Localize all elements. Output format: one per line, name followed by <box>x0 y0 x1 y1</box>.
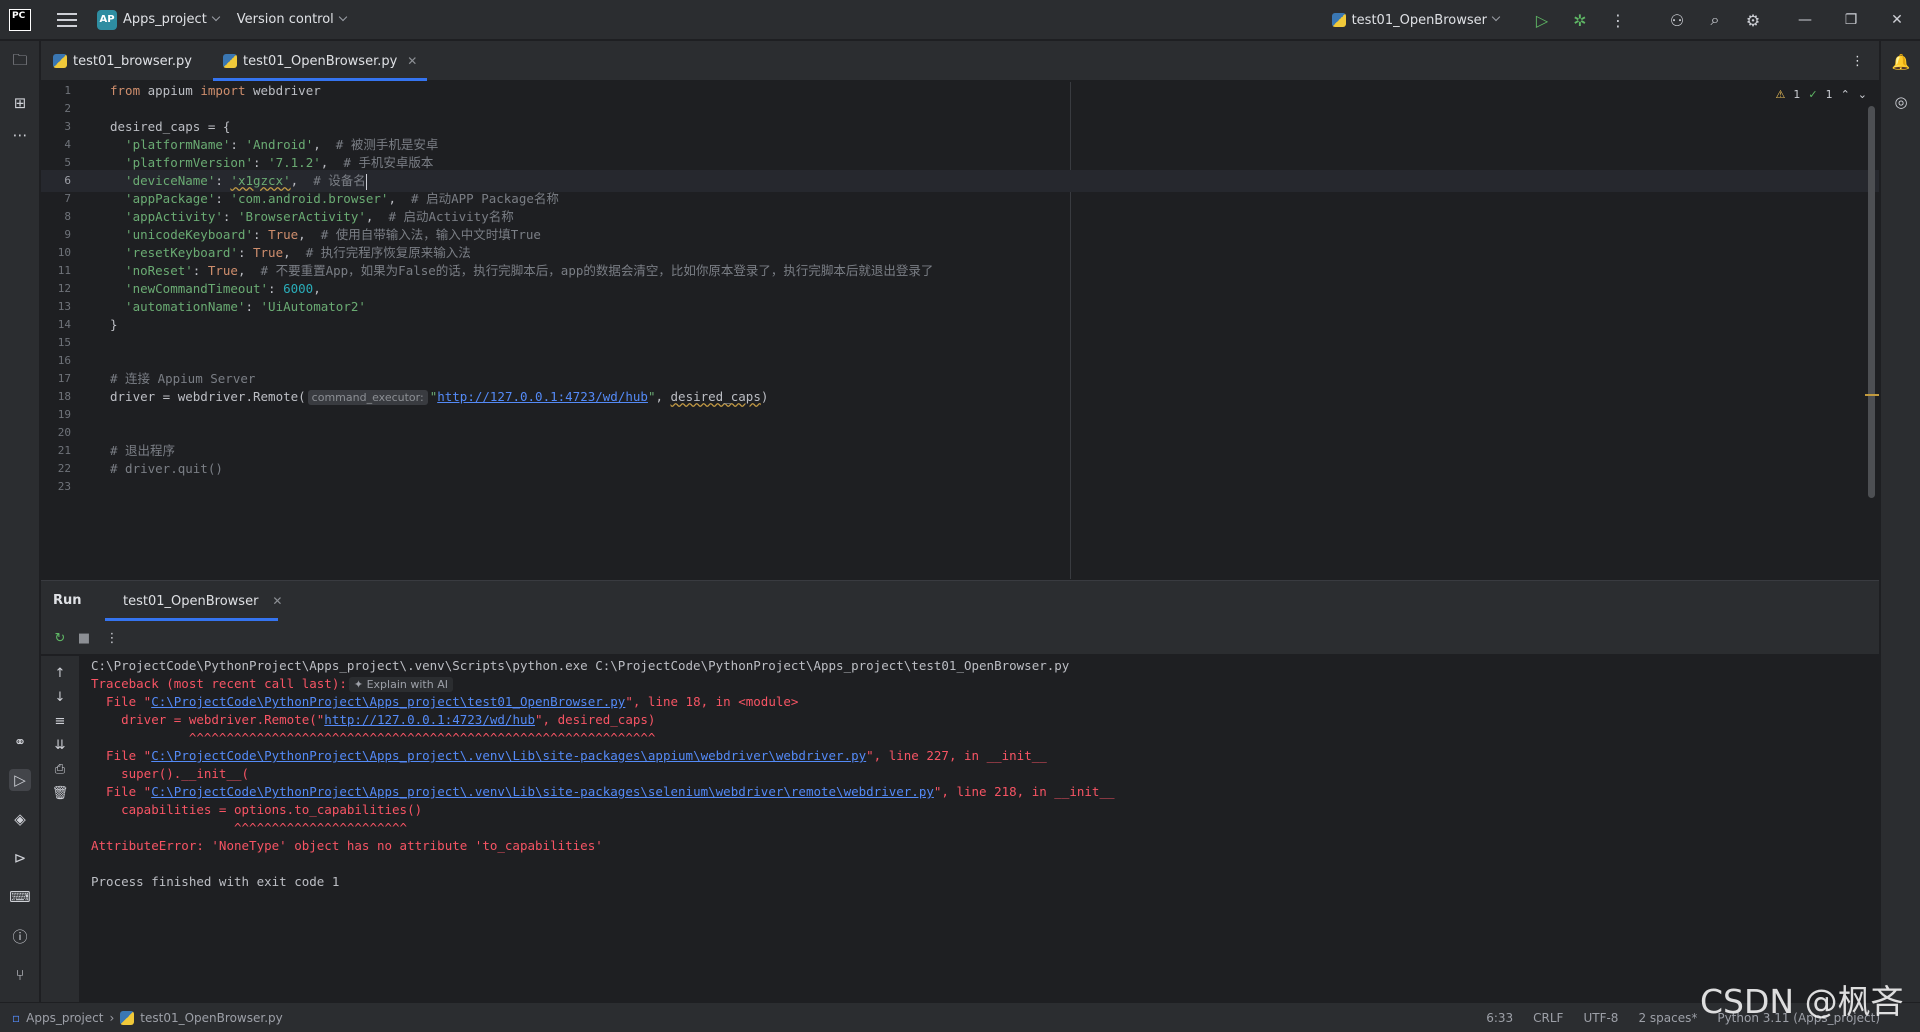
run-tab-test01-openbrowser[interactable]: test01_OpenBrowser ✕ <box>105 581 282 621</box>
file-link[interactable]: C:\ProjectCode\PythonProject\Apps_projec… <box>151 784 934 799</box>
run-config-selector[interactable]: test01_OpenBrowser <box>1331 12 1501 28</box>
parameter-hint: command_executor: <box>307 390 428 405</box>
debug-icon[interactable]: ✲ <box>1570 10 1590 30</box>
code-line: 23 <box>57 480 71 493</box>
layers-icon[interactable]: ◈ <box>9 808 31 830</box>
python-file-icon <box>223 54 237 68</box>
caret-position[interactable]: 6:33 <box>1486 1011 1513 1025</box>
terminal-icon[interactable]: ⌨ <box>9 886 31 908</box>
tab-test01-openbrowser[interactable]: test01_OpenBrowser.py ✕ <box>213 41 428 81</box>
run-tool-window: Run test01_OpenBrowser ✕ ↻ ■ ⋮ ↑ ↓ ≡ ⇊ ⎙… <box>41 580 1879 1003</box>
notifications-bell-icon[interactable]: 🔔 <box>1890 51 1912 73</box>
settings-gear-icon[interactable]: ⚙ <box>1743 10 1763 30</box>
run-side-toolbar: ↑ ↓ ≡ ⇊ ⎙ 🗑 <box>41 656 79 1003</box>
line-separator[interactable]: CRLF <box>1533 1011 1563 1025</box>
breadcrumb: ▫ Apps_project › test01_OpenBrowser.py <box>12 1011 283 1025</box>
up-arrow-icon[interactable]: ↑ <box>51 664 69 682</box>
problems-icon[interactable]: ⓘ <box>9 925 31 947</box>
console-line: Process finished with exit code 1 <box>91 874 340 889</box>
code-editor[interactable]: ⚠ 1 ✓ 1 ⌃ ⌄ 1 from appium import webdriver … <box>41 82 1879 579</box>
file-link[interactable]: C:\ProjectCode\PythonProject\Apps_projec… <box>151 694 625 709</box>
close-window-button[interactable]: ✕ <box>1874 0 1920 40</box>
print-icon[interactable]: ⎙ <box>51 760 69 778</box>
run-tool-icon[interactable]: ▷ <box>9 769 31 791</box>
run-config-label: test01_OpenBrowser <box>1351 12 1487 28</box>
indent-setting[interactable]: 2 spaces* <box>1638 1011 1697 1025</box>
left-tool-stripe: 🗀 ⊞ ⋯ ⚭ ▷ ◈ ⊳ ⌨ ⓘ ⑂ <box>0 41 40 1002</box>
title-bar: PC AP Apps_project Version control test0… <box>0 0 1920 40</box>
run-toolbar: ↻ ■ ⋮ <box>41 621 1879 655</box>
rerun-icon[interactable]: ↻ <box>51 629 69 647</box>
add-user-icon[interactable]: ⚇ <box>1667 10 1687 30</box>
module-icon: ▫ <box>12 1011 21 1025</box>
run-panel-title: Run <box>53 593 82 608</box>
file-encoding[interactable]: UTF-8 <box>1583 1011 1618 1025</box>
chevron-right-icon: › <box>109 1011 115 1025</box>
breadcrumb-project[interactable]: Apps_project <box>26 1011 103 1025</box>
tab-test01-browser[interactable]: test01_browser.py <box>53 41 192 81</box>
close-run-tab-icon[interactable]: ✕ <box>272 594 282 608</box>
chevron-down-icon <box>1491 12 1501 22</box>
project-folder-icon[interactable]: 🗀 <box>9 51 31 73</box>
restore-button[interactable]: ❐ <box>1828 0 1874 40</box>
url-link[interactable]: http://127.0.0.1:4723/wd/hub <box>324 712 535 727</box>
tabs-more-icon[interactable]: ⋮ <box>1851 41 1864 81</box>
services-icon[interactable]: ⊳ <box>9 847 31 869</box>
csdn-watermark: CSDN @枫吝 <box>1700 982 1904 1021</box>
run-tab-label: test01_OpenBrowser <box>123 593 259 609</box>
project-selector[interactable]: Apps_project <box>123 12 207 27</box>
breadcrumb-file[interactable]: test01_OpenBrowser.py <box>140 1011 282 1025</box>
more-icon[interactable]: ⋮ <box>1608 10 1628 30</box>
main-menu-icon[interactable] <box>57 12 77 27</box>
run-header: Run test01_OpenBrowser ✕ <box>41 581 1879 621</box>
search-icon[interactable]: ⌕ <box>1705 10 1725 30</box>
status-bar: ▫ Apps_project › test01_OpenBrowser.py 6… <box>0 1002 1920 1032</box>
run-icon[interactable]: ▷ <box>1532 10 1552 30</box>
editor-tab-bar: test01_browser.py test01_OpenBrowser.py … <box>41 41 1879 81</box>
close-tab-icon[interactable]: ✕ <box>407 54 417 68</box>
python-packages-icon[interactable]: ⚭ <box>9 731 31 753</box>
vcs-selector[interactable]: Version control <box>237 12 334 27</box>
structure-icon[interactable]: ⊞ <box>9 92 31 114</box>
more-tools-icon[interactable]: ⋯ <box>9 124 31 146</box>
chevron-down-icon <box>211 12 221 21</box>
python-icon <box>1331 13 1346 27</box>
chevron-down-icon <box>338 12 348 21</box>
project-badge[interactable]: AP <box>97 9 117 30</box>
tab-label: test01_browser.py <box>73 53 192 69</box>
right-tool-stripe: 🔔 ◎ <box>1880 41 1920 1002</box>
console-line: AttributeError: 'NoneType' object has no… <box>91 838 603 853</box>
console-output[interactable]: C:\ProjectCode\PythonProject\Apps_projec… <box>79 656 1879 1003</box>
down-arrow-icon[interactable]: ↓ <box>51 688 69 706</box>
minimize-button[interactable]: — <box>1782 0 1828 40</box>
tab-label: test01_OpenBrowser.py <box>243 53 398 69</box>
trash-icon[interactable]: 🗑 <box>51 784 69 802</box>
file-link[interactable]: C:\ProjectCode\PythonProject\Apps_projec… <box>151 748 866 763</box>
stop-icon[interactable]: ■ <box>75 629 93 647</box>
editor-scrollbar[interactable] <box>1868 106 1875 498</box>
run-more-icon[interactable]: ⋮ <box>103 629 121 647</box>
python-file-icon <box>53 54 67 68</box>
python-file-icon <box>120 1011 135 1025</box>
soft-wrap-icon[interactable]: ≡ <box>51 712 69 730</box>
ai-assistant-icon[interactable]: ◎ <box>1890 91 1912 113</box>
pycharm-logo: PC <box>9 8 31 31</box>
explain-with-ai-button[interactable]: ✦ Explain with AI <box>348 677 453 692</box>
git-branch-icon[interactable]: ⑂ <box>9 964 31 986</box>
scroll-to-end-icon[interactable]: ⇊ <box>51 736 69 754</box>
warning-stripe-mark[interactable] <box>1865 394 1879 396</box>
